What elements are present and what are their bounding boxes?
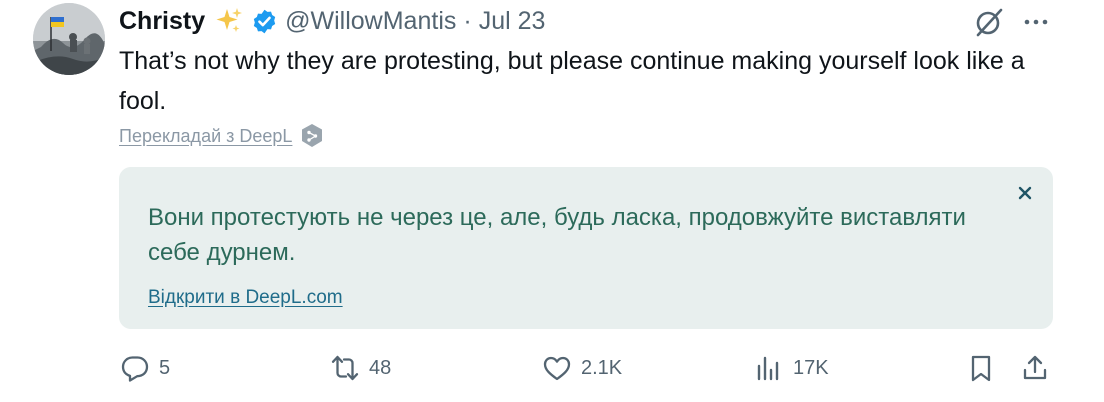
tweet-text: That’s not why they are protesting, but …	[119, 47, 1025, 115]
sparkle-icon	[214, 6, 244, 36]
reply-count: 5	[159, 356, 171, 379]
repost-button[interactable]: 48	[330, 348, 391, 388]
author-name[interactable]: Christy	[119, 7, 205, 36]
close-translation-button[interactable]	[1011, 179, 1039, 207]
close-icon	[1018, 186, 1032, 200]
deepl-icon	[302, 124, 323, 147]
bookmark-icon	[971, 355, 991, 382]
tweet-date[interactable]: Jul 23	[479, 7, 546, 36]
share-button[interactable]	[1020, 348, 1050, 388]
share-icon	[1023, 355, 1047, 380]
verified-badge-icon[interactable]	[251, 8, 278, 35]
translate-link-label[interactable]: Перекладай з DeepL	[119, 126, 292, 147]
avatar-image	[33, 3, 105, 75]
repost-icon	[331, 355, 359, 381]
avatar[interactable]	[33, 3, 105, 75]
views-button[interactable]: 17K	[754, 348, 829, 388]
like-icon	[543, 356, 571, 381]
like-count: 2.1K	[581, 356, 623, 379]
header-separator: ·	[463, 6, 472, 35]
translate-with-deepl-link[interactable]: Перекладай з DeepL	[119, 123, 324, 149]
open-in-deepl-link[interactable]: Відкрити в DeepL.com	[148, 287, 343, 309]
views-icon	[757, 356, 779, 381]
tweet-actions: 5 48 2.1K 17K	[0, 348, 1104, 388]
views-count: 17K	[793, 356, 829, 379]
translation-panel: Вони протестують не через це, але, будь …	[119, 167, 1053, 329]
bookmark-button[interactable]	[966, 348, 996, 388]
more-icon[interactable]	[1021, 8, 1051, 36]
grok-icon[interactable]	[973, 6, 1005, 38]
author-handle[interactable]: @WillowMantis	[285, 7, 456, 36]
reply-icon	[121, 356, 149, 382]
tweet-header: Christy @WillowMantis · Jul 23	[119, 3, 545, 39]
reply-button[interactable]: 5	[120, 348, 170, 388]
like-button[interactable]: 2.1K	[542, 348, 622, 388]
translation-text: Вони протестують не через це, але, будь …	[148, 204, 966, 266]
repost-count: 48	[369, 356, 392, 379]
